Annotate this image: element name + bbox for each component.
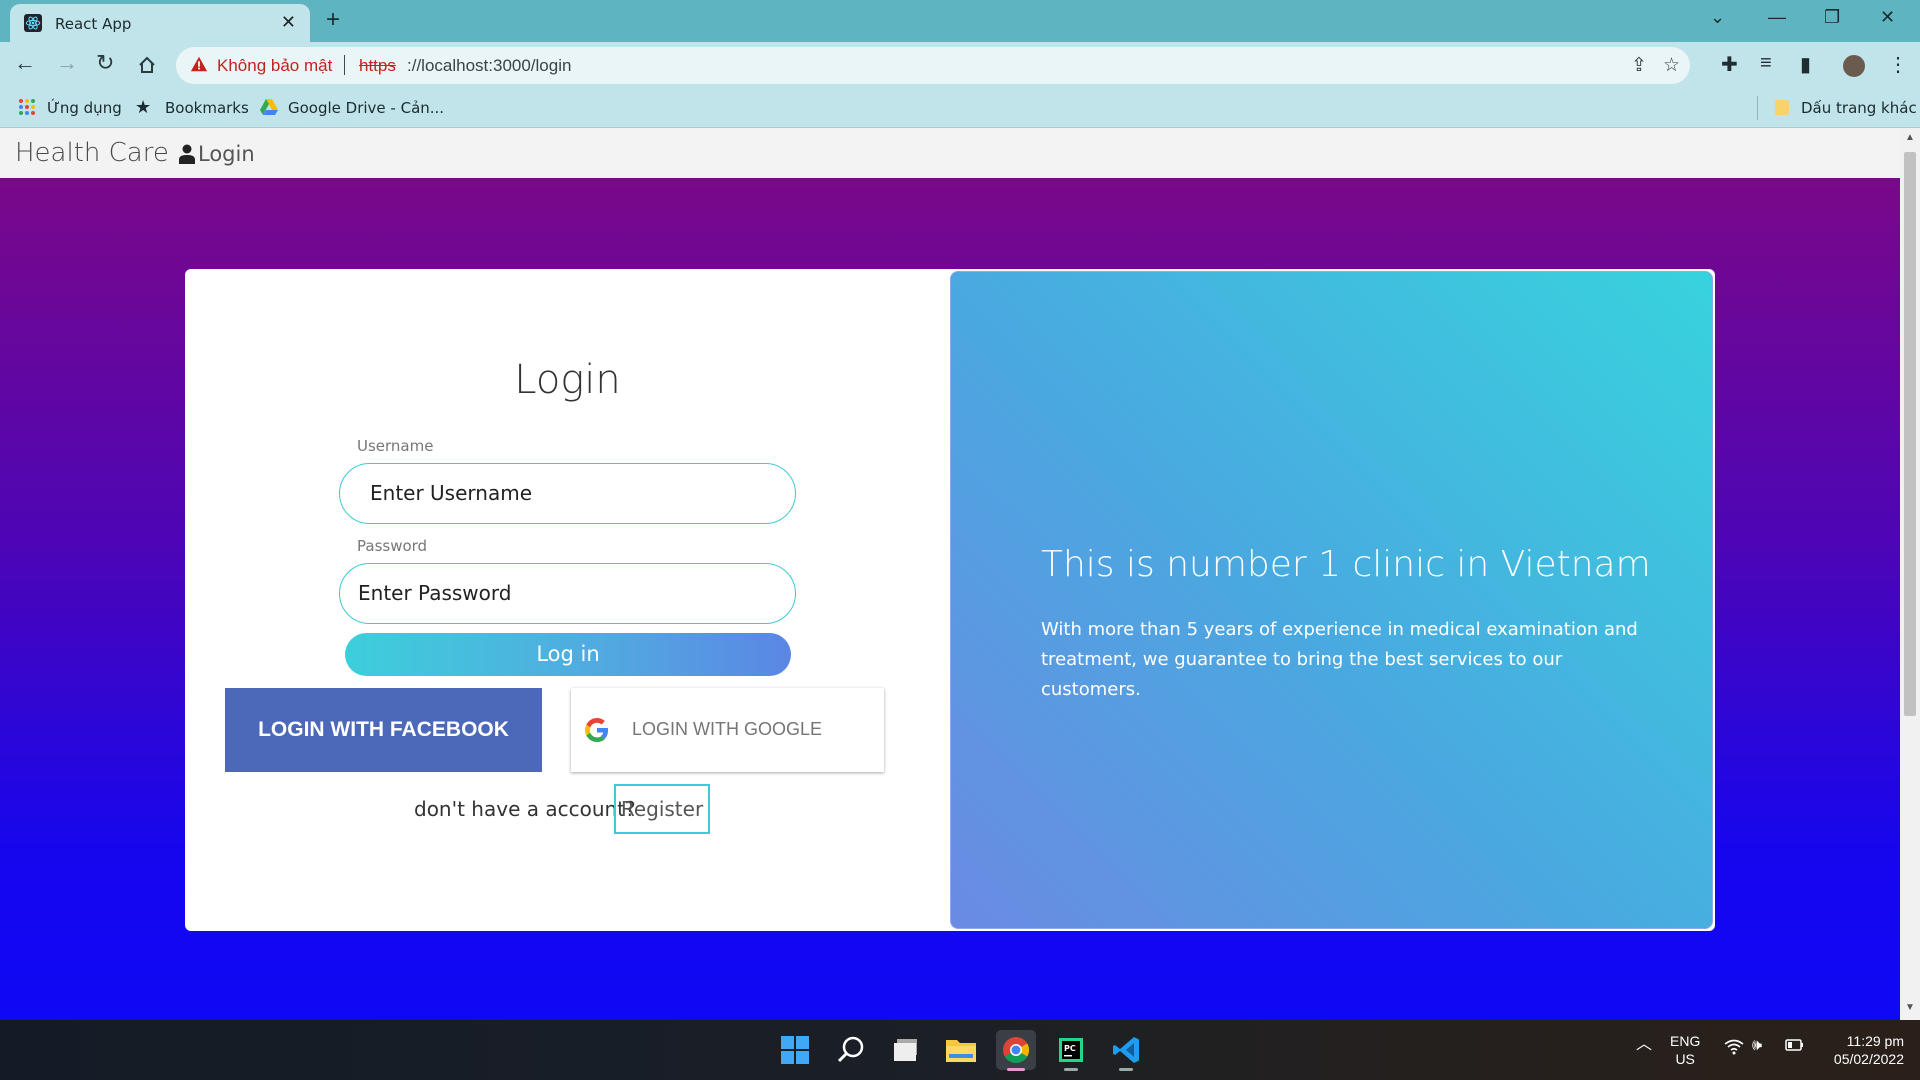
taskbar-task-view[interactable] <box>886 1030 926 1070</box>
security-status[interactable]: Không bảo mật <box>217 56 332 76</box>
url-text: ://localhost:3000/login <box>407 56 572 75</box>
username-input[interactable]: Enter Username <box>339 463 796 524</box>
search-icon <box>837 1036 864 1063</box>
tab-title: React App <box>55 15 132 33</box>
nav-login-link[interactable]: Login <box>178 142 255 166</box>
back-icon[interactable]: ← <box>14 50 36 76</box>
react-favicon-icon <box>24 14 42 32</box>
taskbar-chrome[interactable] <box>996 1030 1036 1071</box>
browser-tab[interactable]: React App ✕ <box>10 4 310 42</box>
windows-taskbar: PC ︿ ENG US 🕪 11:29 pm 05/02/2022 <box>0 1020 1920 1080</box>
battery-icon[interactable] <box>1784 1037 1804 1057</box>
profile-avatar[interactable] <box>1841 53 1867 79</box>
warning-icon <box>190 56 208 72</box>
forward-icon[interactable]: → <box>56 50 78 76</box>
share-icon[interactable]: ⇪ <box>1631 54 1647 77</box>
language-indicator[interactable]: ENG US <box>1670 1032 1700 1068</box>
bookmarks-bar: Ứng dụng ★ Bookmarks Google Drive - Cản.… <box>0 90 1920 128</box>
vscode-icon <box>1113 1037 1139 1063</box>
address-bar[interactable]: Không bảo mật https ://localhost:3000/lo… <box>176 47 1690 84</box>
new-tab-icon[interactable]: + <box>326 6 340 34</box>
restore-icon[interactable]: ❐ <box>1824 7 1840 28</box>
login-submit-button[interactable]: Log in <box>345 633 791 676</box>
scroll-up-icon[interactable]: ▲ <box>1905 132 1915 143</box>
tab-close-icon[interactable]: ✕ <box>281 12 296 33</box>
reload-icon[interactable]: ↻ <box>96 50 114 76</box>
clock-date: 05/02/2022 <box>1833 1051 1904 1067</box>
promo-title: This is number 1 clinic in Vietnam <box>1041 544 1651 585</box>
folder-icon <box>946 1040 976 1062</box>
minimize-icon[interactable]: — <box>1768 7 1786 28</box>
bookmark-google-drive[interactable]: Google Drive - Cản... <box>288 99 444 117</box>
taskbar-vscode[interactable] <box>1106 1030 1146 1071</box>
browser-tab-bar: React App ✕ + ⌄ — ❐ ✕ <box>0 0 1920 42</box>
register-prompt: don't have a account? <box>414 797 636 821</box>
google-login-label: LOGIN WITH GOOGLE <box>632 719 823 739</box>
running-indicator <box>1119 1068 1133 1071</box>
page-viewport: Health Care Login Login Username Enter U… <box>0 128 1920 1020</box>
clock-time: 11:29 pm <box>1846 1033 1904 1049</box>
scroll-down-icon[interactable]: ▼ <box>1905 1002 1915 1013</box>
task-view-icon <box>894 1039 917 1061</box>
language-code: ENG <box>1670 1033 1701 1049</box>
clock[interactable]: 11:29 pm 05/02/2022 <box>1820 1032 1904 1068</box>
apps-grid-icon <box>19 99 35 115</box>
promo-text: With more than 5 years of experience in … <box>1041 619 1638 700</box>
taskbar-pycharm[interactable]: PC <box>1051 1030 1091 1071</box>
omnibox-divider <box>344 55 345 75</box>
password-input[interactable]: Enter Password <box>339 563 796 624</box>
page-scrollbar[interactable]: ▲ ▼ <box>1900 128 1920 1020</box>
login-panel: Login Username Enter Username Password E… <box>185 269 950 931</box>
facebook-login-button[interactable]: LOGIN WITH FACEBOOK <box>225 688 542 772</box>
login-card: Login Username Enter Username Password E… <box>185 269 1715 931</box>
browser-toolbar: ← → ↻ Không bảo mật https ://localhost:3… <box>0 42 1920 90</box>
wifi-icon[interactable] <box>1724 1039 1744 1059</box>
nav-login-label: Login <box>198 142 255 166</box>
user-icon <box>179 144 195 164</box>
taskbar-search[interactable] <box>831 1030 871 1070</box>
menu-kebab-icon[interactable]: ⋮ <box>1888 52 1908 77</box>
pycharm-icon: PC <box>1059 1038 1083 1062</box>
start-button[interactable] <box>775 1030 815 1070</box>
bookmark-bookmarks[interactable]: Bookmarks <box>165 99 249 117</box>
volume-icon[interactable]: 🕪 <box>1752 1037 1762 1055</box>
brand-logo[interactable]: Health Care <box>15 138 169 168</box>
home-icon[interactable] <box>137 55 157 75</box>
folder-icon <box>1775 100 1789 115</box>
tab-search-chevron-icon[interactable]: ⌄ <box>1710 7 1725 28</box>
login-title: Login <box>514 357 621 403</box>
bookmark-star-icon[interactable]: ☆ <box>1663 54 1680 77</box>
app-navbar: Health Care Login <box>0 128 1900 178</box>
password-label: Password <box>357 537 428 555</box>
bookmark-other[interactable]: Dấu trang khác <box>1801 99 1917 117</box>
bookmarks-divider <box>1757 96 1758 120</box>
url-scheme: https <box>359 56 396 75</box>
taskbar-file-explorer[interactable] <box>941 1030 981 1070</box>
google-drive-icon <box>260 99 278 115</box>
windows-logo-icon <box>781 1036 809 1064</box>
running-indicator <box>1064 1068 1078 1071</box>
close-window-icon[interactable]: ✕ <box>1880 7 1895 28</box>
star-icon: ★ <box>135 97 152 118</box>
active-indicator <box>1007 1068 1025 1071</box>
username-label: Username <box>357 437 434 455</box>
scroll-thumb[interactable] <box>1904 152 1916 716</box>
chrome-icon <box>1003 1037 1030 1064</box>
google-g-icon <box>585 718 609 742</box>
tray-overflow-chevron-icon[interactable]: ︿ <box>1636 1036 1652 1054</box>
promo-panel: This is number 1 clinic in Vietnam With … <box>950 271 1713 929</box>
extensions-icon[interactable]: ✚ <box>1721 52 1738 77</box>
register-button[interactable]: Register <box>614 784 710 834</box>
google-login-button[interactable]: LOGIN WITH GOOGLE <box>571 688 884 772</box>
side-panel-icon[interactable]: ▮ <box>1800 52 1811 77</box>
svg-text:PC: PC <box>1064 1044 1076 1053</box>
page-background: Login Username Enter Username Password E… <box>0 178 1900 1020</box>
bookmark-apps[interactable]: Ứng dụng <box>47 99 122 117</box>
region-code: US <box>1675 1051 1695 1067</box>
media-control-icon[interactable]: ≡ <box>1760 52 1772 75</box>
